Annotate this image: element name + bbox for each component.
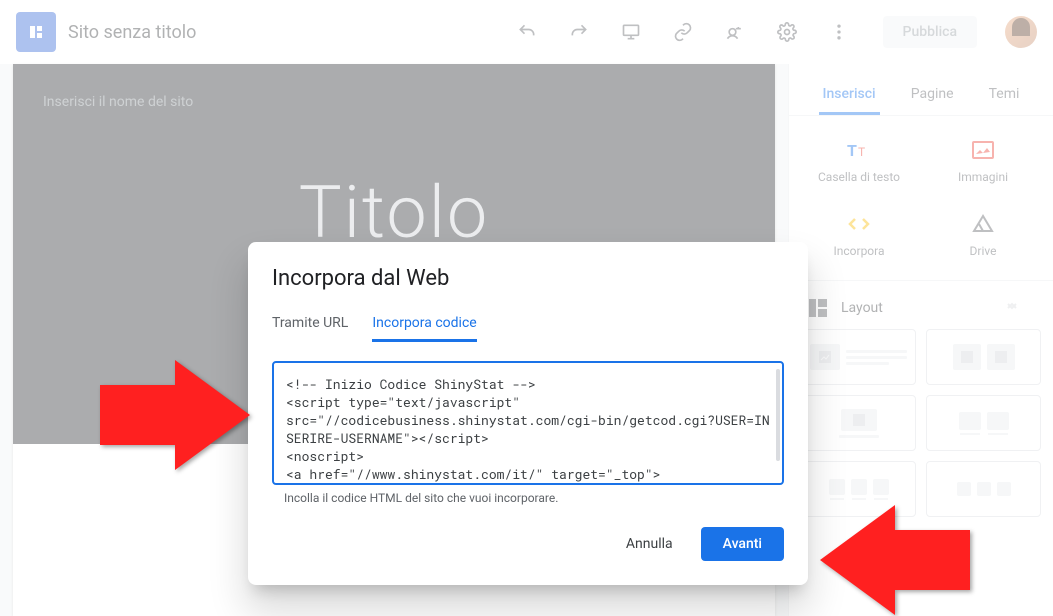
- tab-themes[interactable]: Temi: [985, 76, 1024, 115]
- dialog-tab-code[interactable]: Incorpora codice: [372, 307, 476, 342]
- annotation-arrow-left: [100, 360, 250, 470]
- collapse-icon: [1005, 299, 1033, 317]
- insert-textbox-label: Casella di testo: [818, 170, 900, 184]
- svg-text:T: T: [858, 145, 865, 159]
- settings-button[interactable]: [767, 12, 807, 52]
- drive-icon: [971, 212, 995, 236]
- sites-logo: [16, 12, 56, 52]
- layout-header[interactable]: Layout: [801, 293, 1041, 329]
- link-button[interactable]: [663, 12, 703, 52]
- insert-embed-label: Incorpora: [833, 244, 884, 258]
- insert-embed[interactable]: Incorpora: [801, 202, 917, 268]
- layout-label: Layout: [841, 300, 883, 316]
- layout-icon: [809, 299, 827, 317]
- tab-pages[interactable]: Pagine: [907, 76, 958, 115]
- layout-grid: [801, 329, 1041, 517]
- layout-option-3[interactable]: [801, 395, 916, 451]
- avatar[interactable]: [1005, 16, 1037, 48]
- more-button[interactable]: [819, 12, 859, 52]
- dialog-title: Incorpora dal Web: [272, 266, 784, 291]
- layout-option-1[interactable]: [801, 329, 916, 385]
- layout-option-2[interactable]: [926, 329, 1041, 385]
- annotation-arrow-right: [820, 505, 970, 615]
- dialog-tab-url[interactable]: Tramite URL: [272, 307, 348, 342]
- embed-icon: [847, 212, 871, 236]
- panel-tabs: Inserisci Pagine Temi: [789, 64, 1053, 116]
- next-button[interactable]: Avanti: [701, 527, 784, 561]
- layout-option-4[interactable]: [926, 395, 1041, 451]
- topbar: Sito senza titolo Pubblica: [0, 0, 1053, 64]
- cancel-button[interactable]: Annulla: [608, 527, 691, 561]
- site-name-placeholder[interactable]: Inserisci il nome del sito: [43, 94, 745, 110]
- text-icon: TT: [847, 138, 871, 162]
- publish-button: Pubblica: [883, 16, 977, 48]
- svg-text:T: T: [847, 141, 857, 159]
- share-button[interactable]: [715, 12, 755, 52]
- embed-dialog: Incorpora dal Web Tramite URL Incorpora …: [248, 242, 808, 585]
- insert-drive[interactable]: Drive: [925, 202, 1041, 268]
- toolbar: Pubblica: [507, 12, 1037, 52]
- embed-code-input[interactable]: <!-- Inizio Codice ShinyStat --> <script…: [272, 361, 784, 485]
- image-icon: [971, 138, 995, 162]
- insert-textbox[interactable]: TT Casella di testo: [801, 128, 917, 194]
- insert-images-label: Immagini: [958, 170, 1008, 184]
- insert-drive-label: Drive: [970, 244, 997, 258]
- insert-images[interactable]: Immagini: [925, 128, 1041, 194]
- preview-button[interactable]: [611, 12, 651, 52]
- embed-helper-text: Incolla il codice HTML del sito che vuoi…: [284, 491, 784, 505]
- tab-insert[interactable]: Inserisci: [819, 76, 880, 115]
- redo-button[interactable]: [559, 12, 599, 52]
- undo-button[interactable]: [507, 12, 547, 52]
- site-title[interactable]: Sito senza titolo: [68, 22, 196, 43]
